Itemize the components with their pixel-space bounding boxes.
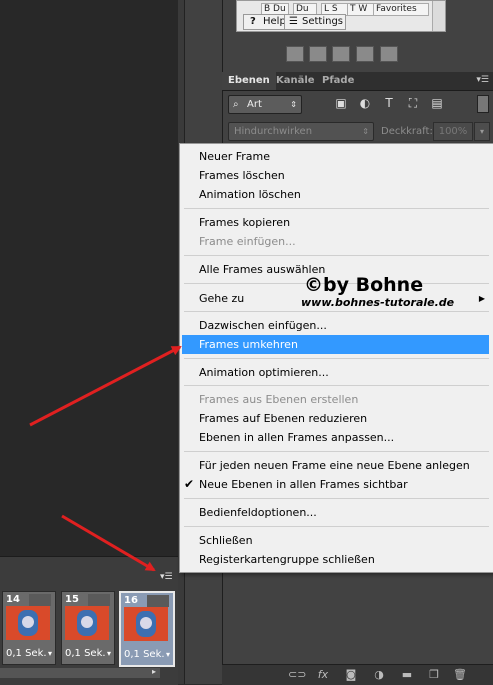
arrow-to-frames-umkehren — [29, 345, 182, 427]
annotation-arrows — [29, 345, 182, 572]
arrow-to-timeline-menu — [61, 514, 156, 572]
